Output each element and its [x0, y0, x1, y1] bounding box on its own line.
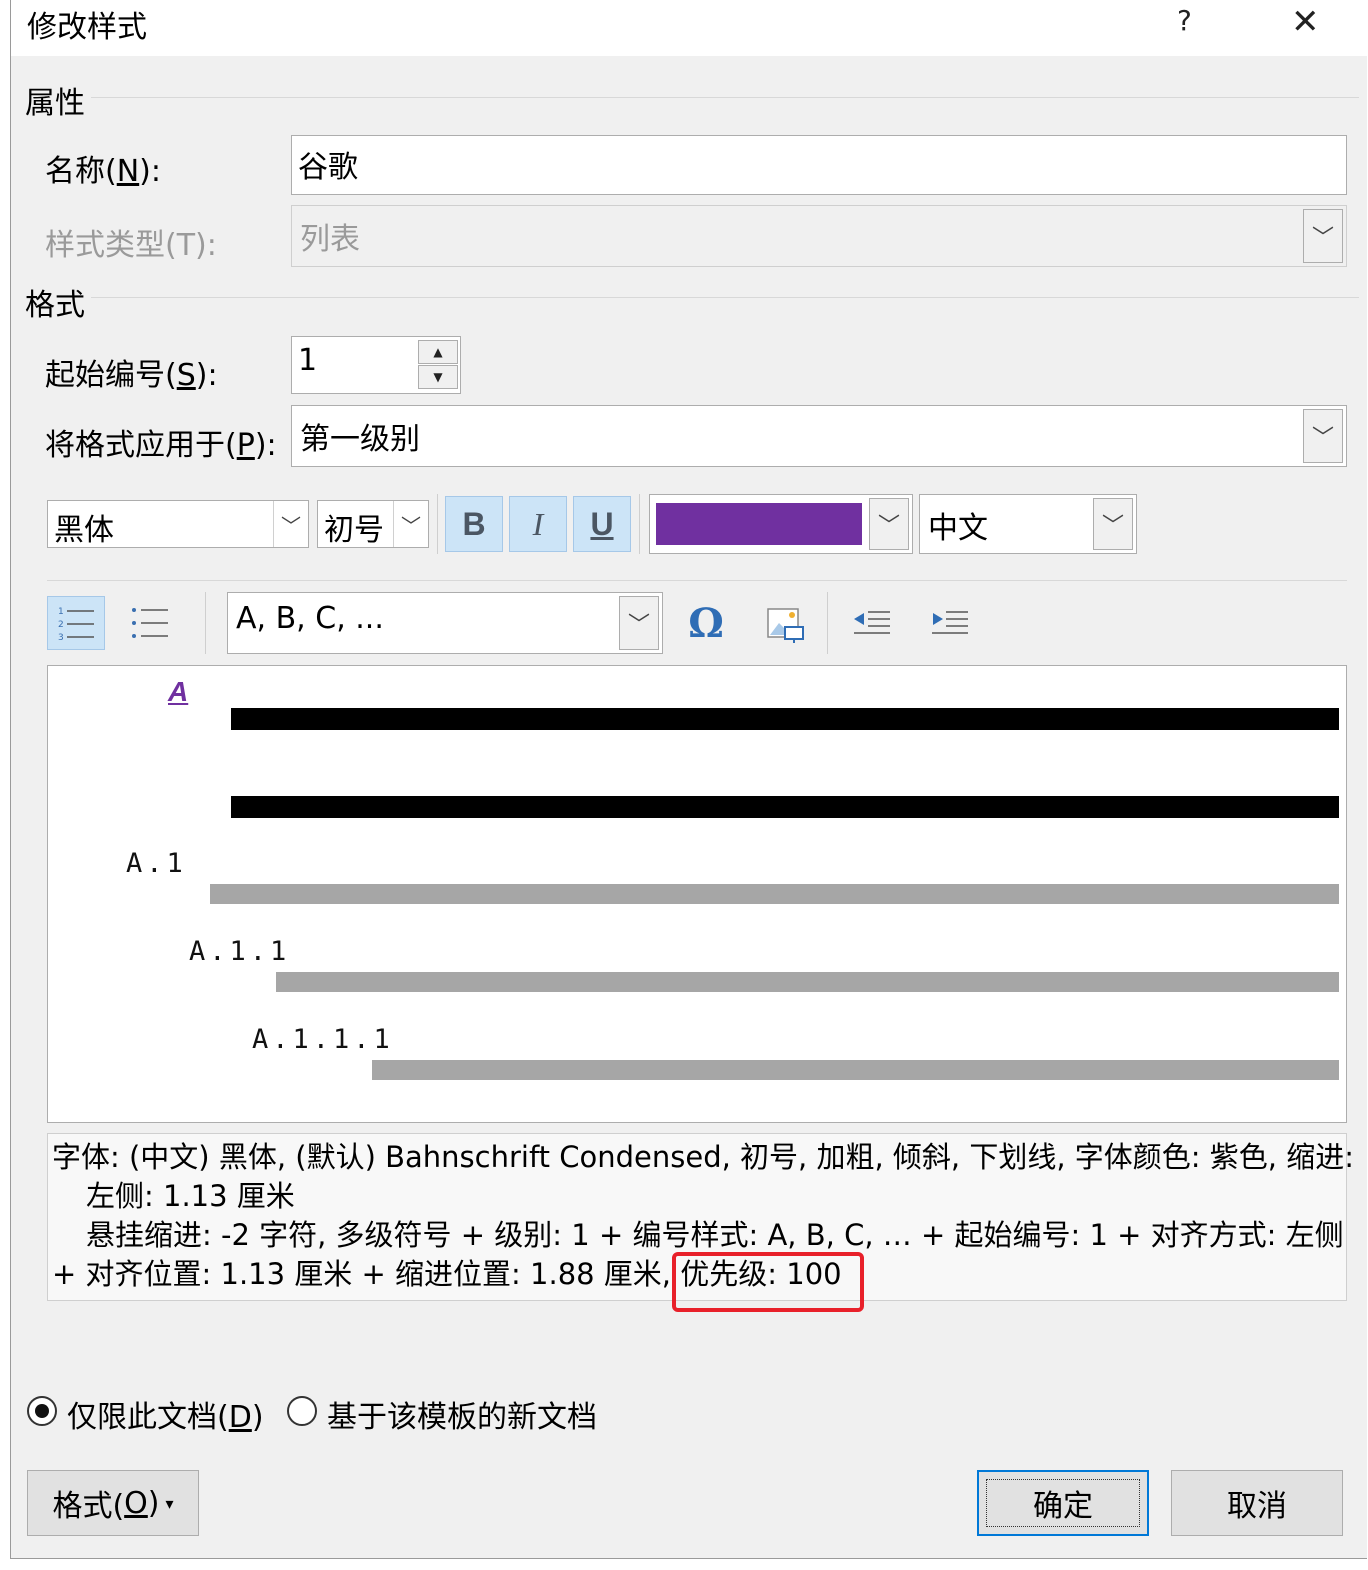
preview-level4-line — [372, 1060, 1339, 1080]
apply-to-value: 第一级别 — [300, 422, 420, 457]
svg-text:3: 3 — [58, 633, 64, 643]
preview-level2-marker: A.1 — [126, 848, 187, 879]
this-document-label[interactable]: 仅限此文档(D) — [67, 1392, 264, 1436]
this-document-radio[interactable] — [27, 1396, 57, 1426]
description-line: 左侧: 1.13 厘米 — [86, 1179, 295, 1213]
numbered-list-icon[interactable]: 1 2 3 — [47, 596, 105, 650]
cancel-button[interactable]: 取消 — [1171, 1470, 1343, 1536]
chevron-down-icon[interactable]: ﹀ — [869, 498, 909, 550]
ok-button[interactable]: 确定 — [977, 1470, 1149, 1536]
style-type-label: 样式类型(T): — [45, 228, 217, 263]
script-value: 中文 — [928, 511, 988, 546]
bulleted-list-icon[interactable] — [121, 596, 179, 650]
chevron-down-icon[interactable]: ﹀ — [273, 501, 308, 547]
svg-text:1: 1 — [58, 607, 64, 617]
chevron-down-icon[interactable]: ﹀ — [1093, 498, 1133, 550]
name-field-value: 谷歌 — [298, 150, 358, 185]
picture-bullet-icon[interactable] — [761, 598, 811, 650]
preview-level3-marker: A.1.1 — [189, 936, 291, 967]
preview-level1-line — [231, 796, 1339, 818]
preview-level1-marker: A — [168, 676, 189, 707]
chevron-down-icon[interactable]: ﹀ — [393, 501, 428, 547]
name-label: 名称(N): — [45, 154, 161, 189]
chevron-down-icon[interactable]: ﹀ — [619, 596, 659, 650]
apply-to-select[interactable]: 第一级别 ﹀ — [291, 405, 1347, 467]
priority-highlight — [672, 1252, 864, 1312]
toolbar-separator — [437, 494, 438, 554]
number-style-select[interactable]: A, B, C, ... ﹀ — [227, 592, 663, 654]
underline-button[interactable]: U — [573, 496, 631, 552]
font-value: 黑体 — [54, 513, 114, 548]
description-line: 字体: (中文) 黑体, (默认) Bahnschrift Condensed,… — [52, 1140, 1354, 1174]
format-menu-button[interactable]: 格式(O) ▾ — [27, 1470, 199, 1536]
style-type-value: 列表 — [300, 222, 360, 257]
description-line: 悬挂缩进: -2 字符, 多级符号 + 级别: 1 + 编号样式: A, B, … — [86, 1218, 1344, 1252]
close-icon[interactable]: ✕ — [1291, 2, 1320, 42]
properties-section-title: 属性 — [25, 86, 85, 121]
toolbar-divider — [47, 580, 1347, 581]
caret-down-icon: ▾ — [165, 1493, 174, 1513]
name-field[interactable]: 谷歌 — [291, 135, 1347, 195]
preview-level2-line — [210, 884, 1339, 904]
start-number-value: 1 — [298, 343, 318, 378]
script-select[interactable]: 中文 ﹀ — [919, 494, 1137, 554]
preview-level3-line — [276, 972, 1339, 992]
modify-style-dialog: 修改样式 ? ✕ 属性 名称(N): 谷歌 样式类型(T): 列表 ﹀ 格式 起… — [10, 0, 1367, 1559]
chevron-down-icon[interactable]: ﹀ — [1303, 409, 1343, 463]
template-label[interactable]: 基于该模板的新文档 — [327, 1392, 597, 1436]
style-type-select: 列表 ﹀ — [291, 205, 1347, 267]
properties-divider — [91, 97, 1359, 98]
spin-up-icon[interactable]: ▲ — [418, 340, 458, 364]
number-style-value: A, B, C, ... — [236, 601, 384, 636]
preview-level1-line — [231, 708, 1339, 730]
format-section-title: 格式 — [25, 288, 85, 323]
bold-button[interactable]: B — [445, 496, 503, 552]
apply-to-label: 将格式应用于(P): — [45, 428, 277, 463]
start-number-label: 起始编号(S): — [45, 358, 218, 393]
style-preview: A A.1 A.1.1 A.1.1.1 — [47, 665, 1347, 1123]
svg-text:2: 2 — [58, 620, 64, 630]
spin-down-icon[interactable]: ▼ — [418, 365, 458, 389]
font-size-value: 初号 — [324, 513, 384, 548]
font-color-select[interactable]: ﹀ — [649, 494, 913, 554]
toolbar-separator — [827, 592, 828, 654]
omega-symbol-icon[interactable]: Ω — [681, 596, 731, 650]
title-bar: 修改样式 ? ✕ — [11, 0, 1367, 56]
font-color-swatch — [656, 503, 862, 545]
start-number-stepper[interactable]: 1 ▲ ▼ — [291, 336, 461, 394]
template-radio[interactable] — [287, 1396, 317, 1426]
font-size-select[interactable]: 初号 ﹀ — [317, 500, 429, 548]
decrease-indent-icon[interactable] — [849, 600, 895, 646]
font-select[interactable]: 黑体 ﹀ — [47, 500, 309, 548]
format-divider — [91, 297, 1359, 298]
toolbar-separator — [639, 494, 640, 554]
increase-indent-icon[interactable] — [927, 600, 973, 646]
chevron-down-icon: ﹀ — [1303, 209, 1343, 263]
dialog-title: 修改样式 — [27, 10, 147, 45]
preview-level4-marker: A.1.1.1 — [252, 1024, 394, 1055]
toolbar-separator — [205, 592, 206, 654]
italic-button[interactable]: I — [509, 496, 567, 552]
help-button[interactable]: ? — [1177, 4, 1192, 37]
